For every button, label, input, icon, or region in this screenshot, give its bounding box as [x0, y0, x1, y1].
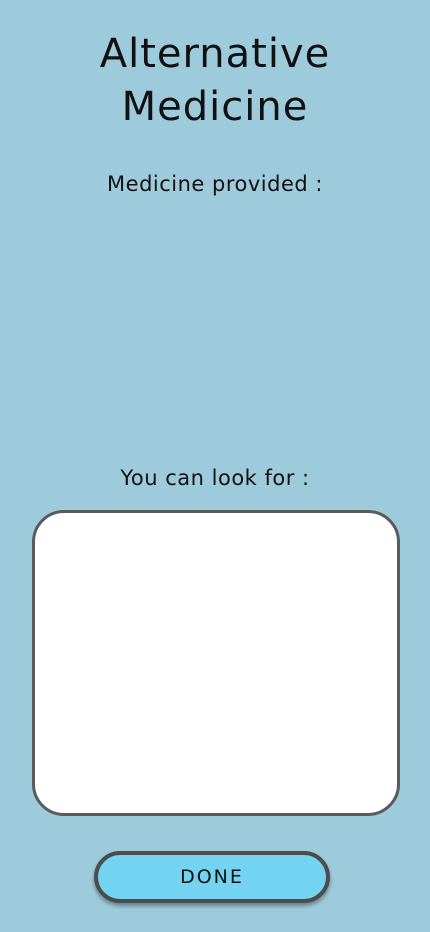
- page-title: Alternative Medicine: [99, 31, 331, 130]
- look-for-results-box: [32, 510, 400, 816]
- done-button[interactable]: DONE: [94, 851, 330, 903]
- you-can-look-for-label: You can look for :: [120, 466, 310, 490]
- medicine-provided-label: Medicine provided :: [107, 172, 323, 196]
- medicine-provided-list: [32, 206, 398, 446]
